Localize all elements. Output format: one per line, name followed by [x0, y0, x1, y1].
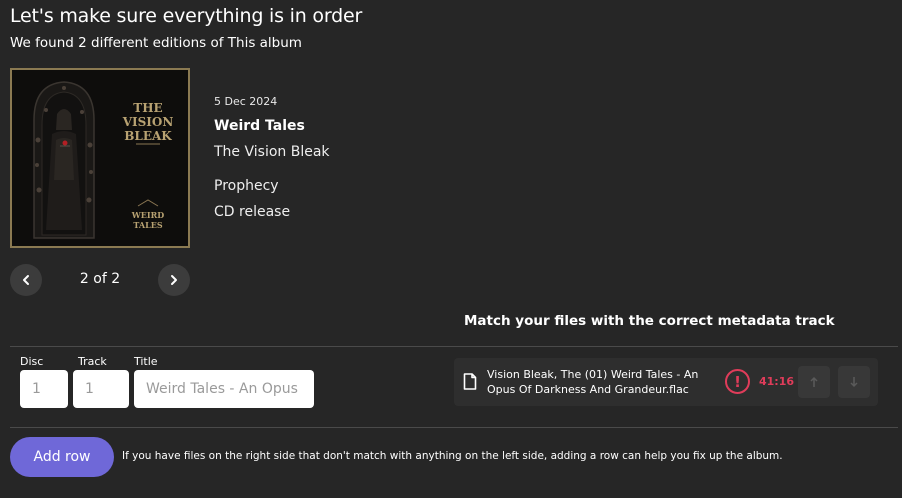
file-icon [463, 373, 477, 390]
add-row-hint: If you have files on the right side that… [122, 450, 783, 462]
cover-logo-line3: BLEAK [124, 129, 172, 143]
file-card: Vision Bleak, The (01) Weird Tales - An … [454, 358, 878, 406]
chevron-left-icon [23, 275, 29, 285]
edition-pager: 2 of 2 [79, 271, 121, 287]
page-title: Let's make sure everything is in order [10, 5, 363, 27]
track-label: Track [78, 355, 107, 368]
move-up-button[interactable] [798, 366, 830, 398]
cover-logo-line2: VISION [122, 115, 174, 129]
release-artist: The Vision Bleak [214, 144, 330, 160]
page-subtitle: We found 2 different editions of This al… [10, 35, 302, 51]
cover-subtitle-line2: TALES [133, 220, 162, 230]
add-row-button[interactable]: Add row [10, 437, 114, 477]
disc-input[interactable] [20, 370, 68, 408]
disc-label: Disc [20, 355, 44, 368]
divider [10, 427, 898, 428]
release-title: Weird Tales [214, 118, 305, 134]
title-input[interactable] [134, 370, 314, 408]
divider [10, 346, 898, 347]
move-down-button[interactable] [838, 366, 870, 398]
next-edition-button[interactable] [158, 264, 190, 296]
file-name: Vision Bleak, The (01) Weird Tales - An … [487, 368, 699, 396]
match-heading: Match your files with the correct metada… [464, 313, 835, 329]
title-label: Title [134, 355, 158, 368]
arrow-down-icon [850, 377, 858, 388]
arrow-up-icon [810, 376, 818, 387]
file-duration: 41:16 [759, 375, 795, 388]
track-input[interactable] [73, 370, 129, 408]
chevron-right-icon [171, 275, 177, 285]
release-date: 5 Dec 2024 [214, 95, 278, 108]
album-cover: THE VISION BLEAK WEIRD TALES [10, 68, 190, 248]
cover-logo-line1: THE [133, 101, 162, 115]
warning-icon: ! [725, 369, 750, 394]
previous-edition-button[interactable] [10, 264, 42, 296]
album-cover-art: THE VISION BLEAK WEIRD TALES [12, 70, 188, 246]
release-label: Prophecy [214, 178, 279, 194]
cover-subtitle-line1: WEIRD [131, 210, 164, 220]
release-format: CD release [214, 204, 291, 220]
